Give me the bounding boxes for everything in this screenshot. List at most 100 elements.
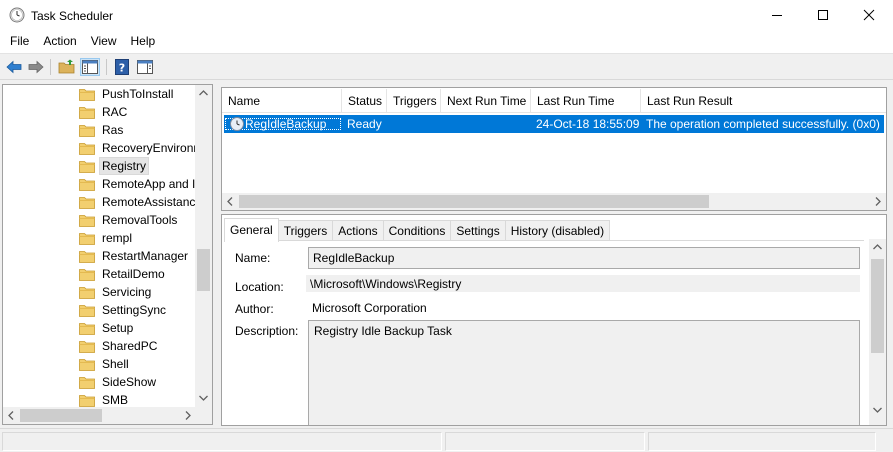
tree-item-label: SMB xyxy=(102,393,129,407)
clock-icon xyxy=(9,7,25,23)
help-button[interactable]: ? xyxy=(112,58,132,76)
tab-general[interactable]: General xyxy=(224,218,279,242)
minimize-icon xyxy=(772,15,782,16)
tree-item-label: SideShow xyxy=(102,375,157,389)
folder-icon xyxy=(79,106,95,119)
author-field: Microsoft Corporation xyxy=(312,301,427,315)
description-field[interactable]: Registry Idle Backup Task xyxy=(308,320,860,425)
tab-history[interactable]: History (disabled) xyxy=(504,220,611,241)
task-row[interactable]: RegIdleBackup Ready 24-Oct-18 18:55:09 T… xyxy=(224,115,884,133)
tree-item[interactable]: RestartManager xyxy=(79,247,190,265)
tree-item-label: RemoteApp and I xyxy=(102,177,196,191)
folder-icon xyxy=(79,142,95,155)
tree-item[interactable]: Ras xyxy=(79,121,125,139)
svg-text:?: ? xyxy=(119,62,125,75)
column-header-last-run-time[interactable]: Last Run Time xyxy=(531,89,641,113)
column-header-triggers[interactable]: Triggers xyxy=(387,89,441,113)
vertical-splitter[interactable] xyxy=(214,84,220,426)
maximize-button[interactable] xyxy=(800,0,846,30)
task-details: General Triggers Actions Conditions Sett… xyxy=(221,214,887,426)
details-tabs: General Triggers Actions Conditions Sett… xyxy=(224,218,611,242)
scrollbar-corner xyxy=(195,407,212,424)
status-section xyxy=(2,432,442,451)
task-list-scroll-thumb[interactable] xyxy=(239,195,709,208)
tree-item[interactable]: RetailDemo xyxy=(79,265,167,283)
tree-item[interactable]: rempl xyxy=(79,229,134,247)
location-field: \Microsoft\Windows\Registry xyxy=(306,275,860,292)
window-title: Task Scheduler xyxy=(31,9,114,23)
help-icon: ? xyxy=(115,59,129,75)
close-button[interactable] xyxy=(846,0,892,30)
tab-actions[interactable]: Actions xyxy=(332,220,384,241)
tab-settings[interactable]: Settings xyxy=(450,220,506,241)
scroll-up-icon[interactable] xyxy=(873,244,882,250)
task-status-cell: Ready xyxy=(347,117,382,131)
tree-item[interactable]: Registry xyxy=(79,157,150,175)
details-vertical-scrollbar[interactable] xyxy=(869,239,886,425)
column-header-status[interactable]: Status xyxy=(342,89,387,113)
folder-icon xyxy=(79,250,95,263)
toolbar-separator xyxy=(106,59,107,75)
tree-item[interactable]: RemoteAssistanc xyxy=(79,193,197,211)
location-label: Location: xyxy=(235,280,284,294)
task-clock-icon xyxy=(230,117,244,131)
name-field[interactable]: RegIdleBackup xyxy=(308,247,860,269)
tree-item[interactable]: RemoteApp and I xyxy=(79,175,197,193)
scroll-right-icon[interactable] xyxy=(875,197,881,206)
back-arrow-icon xyxy=(6,60,22,74)
details-scroll-thumb[interactable] xyxy=(871,259,884,353)
tree-item[interactable]: SettingSync xyxy=(79,301,168,319)
tree-item[interactable]: Servicing xyxy=(79,283,153,301)
menu-file[interactable]: File xyxy=(0,31,36,53)
tree-item-label: RestartManager xyxy=(102,249,189,263)
task-list-horizontal-scrollbar[interactable] xyxy=(222,193,886,210)
tab-triggers[interactable]: Triggers xyxy=(277,220,334,241)
column-header-last-run-result[interactable]: Last Run Result xyxy=(641,89,886,113)
scroll-down-icon[interactable] xyxy=(873,407,882,413)
up-folder-icon xyxy=(58,59,75,74)
tree-item[interactable]: PushToInstall xyxy=(79,85,175,103)
tree-item[interactable]: SharedPC xyxy=(79,337,159,355)
task-list[interactable]: Name Status Triggers Next Run Time Last … xyxy=(221,87,887,211)
general-tab-panel: Name: RegIdleBackup Location: \Microsoft… xyxy=(224,240,864,425)
tree-item-label: Ras xyxy=(102,123,124,137)
menu-view[interactable]: View xyxy=(84,31,124,53)
column-header-name[interactable]: Name xyxy=(222,89,342,113)
column-header-next-run-time[interactable]: Next Run Time xyxy=(441,89,531,113)
tab-conditions[interactable]: Conditions xyxy=(382,220,452,241)
tree-item-label: RecoveryEnvironn xyxy=(102,141,201,155)
tree-vertical-scroll-thumb[interactable] xyxy=(197,249,210,291)
status-section xyxy=(648,432,876,451)
forward-button[interactable] xyxy=(26,58,46,76)
tree-item[interactable]: RAC xyxy=(79,103,129,121)
tree-item-label: RetailDemo xyxy=(102,267,165,281)
folder-icon xyxy=(79,286,95,299)
name-label: Name: xyxy=(235,251,271,265)
menu-help[interactable]: Help xyxy=(124,31,163,53)
tree-item[interactable]: Setup xyxy=(79,319,135,337)
up-folder-button[interactable] xyxy=(57,58,77,76)
status-bar xyxy=(0,428,893,452)
menu-action[interactable]: Action xyxy=(36,31,83,53)
scroll-up-icon[interactable] xyxy=(199,90,208,96)
scroll-down-icon[interactable] xyxy=(199,395,208,401)
tree-item[interactable]: Shell xyxy=(79,355,131,373)
description-label: Description: xyxy=(235,324,299,338)
show-hide-action-pane-button[interactable] xyxy=(135,58,155,76)
tree-horizontal-scrollbar[interactable] xyxy=(3,407,196,424)
status-section xyxy=(445,432,645,451)
back-button[interactable] xyxy=(4,58,24,76)
scroll-left-icon[interactable] xyxy=(227,197,233,206)
tree-vertical-scrollbar[interactable] xyxy=(195,85,212,407)
scroll-left-icon[interactable] xyxy=(8,411,14,420)
tree-horizontal-scroll-thumb[interactable] xyxy=(20,409,102,422)
tree-item[interactable]: SideShow xyxy=(79,373,158,391)
minimize-button[interactable] xyxy=(754,0,800,30)
show-hide-tree-button[interactable] xyxy=(80,58,100,76)
tree-item[interactable]: RecoveryEnvironn xyxy=(79,139,202,157)
folder-tree[interactable]: PushToInstall RAC Ras RecoveryEnvironn Regis… xyxy=(2,84,213,425)
scroll-right-icon[interactable] xyxy=(185,411,191,420)
tree-item[interactable]: RemovalTools xyxy=(79,211,179,229)
tree-item-label: RemovalTools xyxy=(102,213,178,227)
tree-item-label: SettingSync xyxy=(102,303,167,317)
